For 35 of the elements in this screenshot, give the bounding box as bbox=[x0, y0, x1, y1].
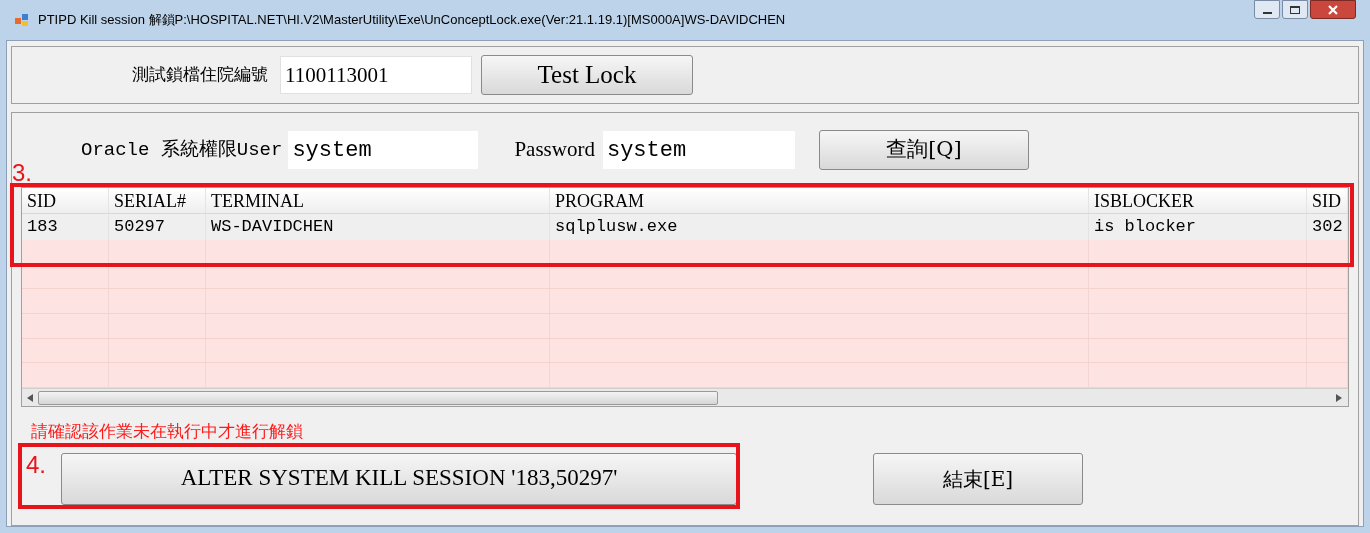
close-button[interactable] bbox=[1310, 0, 1356, 19]
window-title: PTIPD Kill session 解鎖P:\HOSPITAL.NET\HI.V2\MasterUtility\Exe\UnConceptLock.exe(Ver:21.1.19.1)[MS000A]WS-DAVIDCHEN bbox=[38, 11, 786, 30]
column-header[interactable]: SID bbox=[1307, 188, 1348, 213]
scroll-left-icon[interactable] bbox=[27, 393, 33, 402]
annotation-label: 3. bbox=[12, 158, 32, 188]
close-icon bbox=[1328, 4, 1338, 15]
column-header[interactable]: TERMINAL bbox=[206, 188, 550, 213]
user-field[interactable]: system bbox=[288, 131, 479, 169]
table-cell: 302 bbox=[1307, 214, 1348, 240]
table-cell: WS-DAVIDCHEN bbox=[206, 214, 550, 240]
maximize-button[interactable] bbox=[1282, 0, 1308, 19]
column-header[interactable]: SID bbox=[22, 188, 109, 213]
scroll-right-icon[interactable] bbox=[1336, 393, 1342, 402]
column-header[interactable]: SERIAL# bbox=[109, 188, 206, 213]
oracle-user-label: Oracle 系統權限User bbox=[81, 137, 283, 163]
kill-session-button[interactable]: ALTER SYSTEM KILL SESSION '183,50297' bbox=[61, 452, 737, 505]
column-header[interactable]: ISBLOCKER bbox=[1089, 188, 1307, 213]
query-button[interactable]: 查詢[Q] bbox=[818, 130, 1029, 170]
table-cell: is blocker bbox=[1089, 214, 1307, 240]
password-field[interactable]: system bbox=[602, 131, 795, 169]
annotation-label: 4. bbox=[26, 450, 46, 480]
admission-number-field[interactable]: 1100113001 bbox=[280, 56, 472, 94]
scrollbar-thumb[interactable] bbox=[38, 390, 718, 405]
app-icon bbox=[14, 12, 30, 28]
horizontal-scrollbar[interactable] bbox=[22, 388, 1348, 406]
admission-number-label: 測試鎖檔住院編號 bbox=[132, 63, 268, 87]
password-label: Password bbox=[514, 136, 595, 164]
test-lock-button[interactable]: Test Lock bbox=[481, 55, 693, 95]
table-cell: 50297 bbox=[109, 214, 206, 240]
table-cell: sqlplusw.exe bbox=[550, 214, 1089, 240]
minimize-button[interactable] bbox=[1254, 0, 1280, 19]
table-cell: 183 bbox=[22, 214, 109, 240]
exit-button[interactable]: 結束[E] bbox=[873, 452, 1083, 505]
column-header[interactable]: PROGRAM bbox=[550, 188, 1089, 213]
warning-text: 請確認該作業未在執行中才進行解鎖 bbox=[31, 420, 304, 443]
